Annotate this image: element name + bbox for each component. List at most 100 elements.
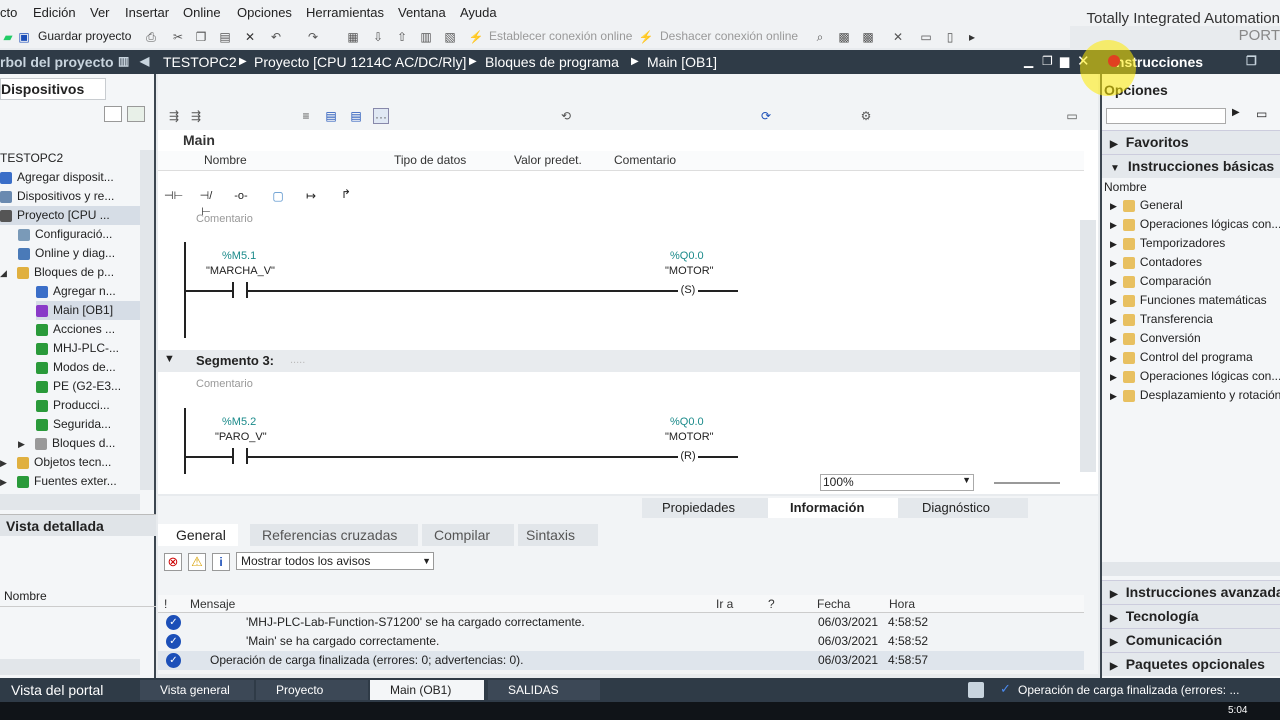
tree-item-testopc2[interactable]: TESTOPC2 — [0, 149, 140, 168]
minimize-icon[interactable]: ▁ — [1024, 54, 1033, 68]
tree-item[interactable]: Modos de... — [36, 358, 140, 377]
paste-icon[interactable]: ▤ — [217, 29, 233, 45]
view-icon[interactable]: ▭ — [1256, 107, 1267, 121]
detail-hscrollbar[interactable] — [0, 659, 140, 675]
refresh-tree-icon[interactable] — [127, 106, 145, 122]
contact-left[interactable] — [232, 448, 234, 464]
menu-project[interactable]: cto — [0, 5, 17, 20]
taskbar-tab-project[interactable]: Proyecto — [256, 680, 368, 700]
contact-tag[interactable]: "PARO_V" — [215, 431, 267, 443]
contact-tag[interactable]: "MARCHA_V" — [206, 265, 275, 277]
error-filter-icon[interactable]: ⊗ — [164, 553, 182, 571]
coil-tag[interactable]: "MOTOR" — [665, 265, 714, 277]
open-all-icon[interactable]: ≡ — [298, 108, 314, 124]
tab-cross-refs[interactable]: Referencias cruzadas — [250, 524, 418, 546]
message-row[interactable]: ✓ 'MHJ-PLC-Lab-Function-S71200' se ha ca… — [158, 613, 1084, 632]
instr-item[interactable]: ▶ Transferencia — [1104, 310, 1280, 329]
stop-icon[interactable]: ▧ — [442, 29, 458, 45]
tree-item[interactable]: PE (G2-E3... — [36, 377, 140, 396]
zoom-slider[interactable] — [994, 482, 1060, 484]
save-icon[interactable]: ▣ — [16, 29, 32, 45]
instr-item[interactable]: ▶ General — [1104, 196, 1280, 215]
tree-item[interactable]: Configuració... — [18, 225, 140, 244]
stop-cpu-icon[interactable]: ▩ — [860, 29, 876, 45]
section-technology[interactable]: ▶ Tecnología — [1102, 604, 1280, 628]
menu-insert[interactable]: Insertar — [125, 5, 169, 20]
tab-general[interactable]: General — [158, 524, 238, 546]
warning-filter-icon[interactable]: ⚠ — [188, 553, 206, 571]
open-branch-icon[interactable]: ↦ — [303, 188, 319, 204]
section-optional[interactable]: ▶ Paquetes opcionales — [1102, 652, 1280, 676]
section-favorites[interactable]: ▶ Favoritos — [1102, 130, 1280, 154]
menu-edit[interactable]: Edición — [33, 5, 76, 20]
compile-icon[interactable]: ▦ — [345, 29, 361, 45]
message-row[interactable]: ✓ 'Main' se ha cargado correctamente. 06… — [158, 632, 1084, 651]
redo-icon[interactable]: ↷ — [305, 29, 321, 45]
delete-network-icon[interactable]: ⇶ — [188, 108, 204, 124]
view-toggle-icon[interactable] — [104, 106, 122, 122]
tree-item[interactable]: Agregar n... — [36, 282, 140, 301]
tree-item[interactable]: ◢ Bloques de p... — [0, 263, 140, 282]
devices-tab[interactable]: Dispositivos — [0, 78, 106, 100]
tree-item[interactable]: Dispositivos y re... — [0, 187, 140, 206]
close-all-icon[interactable]: ▤ — [323, 108, 339, 124]
insert-network-icon[interactable]: ⇶ — [166, 108, 182, 124]
tree-item[interactable]: ▶ Bloques d... — [18, 434, 140, 453]
tab-syntax[interactable]: Sintaxis — [518, 524, 598, 546]
contact-left[interactable] — [232, 282, 234, 298]
info-filter-icon[interactable]: i — [212, 553, 230, 571]
monitor-icon[interactable]: ⟲ — [558, 108, 574, 124]
coil-tag[interactable]: "MOTOR" — [665, 431, 714, 443]
menu-window[interactable]: Ventana — [398, 5, 446, 20]
menu-help[interactable]: Ayuda — [460, 5, 497, 20]
accessible-devices-icon[interactable]: ⌕ — [812, 29, 828, 45]
split-horizontal-icon[interactable]: ▭ — [918, 29, 934, 45]
more-arrow-icon[interactable]: ▸ — [964, 29, 980, 45]
disconnect-online-button[interactable]: Deshacer conexión online — [660, 29, 798, 43]
restore-panel-icon[interactable]: ❐ — [1246, 54, 1257, 68]
instr-item[interactable]: ▶ Control del programa — [1104, 348, 1280, 367]
section-advanced[interactable]: ▶ Instrucciones avanzadas — [1102, 580, 1280, 604]
instr-item[interactable]: ▶ Desplazamiento y rotación — [1104, 386, 1280, 405]
instr-item[interactable]: ▶ Funciones matemáticas — [1104, 291, 1280, 310]
delete-icon[interactable]: ✕ — [242, 29, 258, 45]
tree-item[interactable]: Acciones ... — [36, 320, 140, 339]
section-communication[interactable]: ▶ Comunicación — [1102, 628, 1280, 652]
instruction-search-input[interactable] — [1106, 108, 1226, 124]
breadcrumb-item[interactable]: Main [OB1] — [647, 54, 717, 70]
split-vertical-icon[interactable]: ▯ — [942, 29, 958, 45]
menu-tools[interactable]: Herramientas — [306, 5, 384, 20]
breadcrumb-item[interactable]: TESTOPC2 — [163, 54, 237, 70]
tree-item[interactable]: MHJ-PLC-... — [36, 339, 140, 358]
taskbar-tab-overview[interactable]: Vista general — [140, 680, 254, 700]
nc-contact-icon[interactable]: ⊣/⊢ — [198, 188, 214, 218]
copy-icon[interactable]: ❐ — [193, 29, 209, 45]
status-icon[interactable] — [968, 682, 984, 698]
tree-hscrollbar[interactable] — [0, 494, 140, 510]
cut-icon[interactable]: ✂ — [170, 29, 186, 45]
instr-item[interactable]: ▶ Operaciones lógicas con... — [1104, 367, 1280, 386]
maximize-icon[interactable]: ▆ — [1060, 54, 1069, 68]
simulate-icon[interactable]: ▥ — [418, 29, 434, 45]
folder-icon[interactable]: ▰ — [0, 29, 16, 45]
search-next-icon[interactable]: ▶ — [1232, 107, 1240, 118]
upload-icon[interactable]: ⇧ — [394, 29, 410, 45]
coil-icon[interactable]: -o- — [233, 188, 249, 204]
empty-box-icon[interactable]: ▢ — [270, 188, 286, 204]
no-contact-icon[interactable]: ⊣⊢ — [164, 188, 183, 204]
tab-info[interactable]: Información — [768, 498, 898, 518]
instr-item[interactable]: ▶ Conversión — [1104, 329, 1280, 348]
portal-view-button[interactable]: Vista del portal — [0, 680, 103, 700]
tab-properties[interactable]: Propiedades — [642, 498, 768, 518]
tree-item[interactable]: ▶ Fuentes exter... — [0, 472, 140, 491]
menu-options[interactable]: Opciones — [237, 5, 292, 20]
instr-item[interactable]: ▶ Contadores — [1104, 253, 1280, 272]
tree-item[interactable]: ▶ Objetos tecn... — [0, 453, 140, 472]
segment3-comment[interactable]: Comentario — [196, 378, 253, 390]
taskbar-tab-salidas[interactable]: SALIDAS — [488, 680, 600, 700]
editor-options-icon[interactable]: ▭ — [1064, 108, 1080, 124]
zoom-select[interactable]: 100% ▼ — [820, 474, 974, 491]
reset-coil[interactable]: (R) — [678, 448, 698, 464]
start-cpu-icon[interactable]: ▩ — [836, 29, 852, 45]
print-icon[interactable]: ⎙ — [143, 29, 159, 45]
